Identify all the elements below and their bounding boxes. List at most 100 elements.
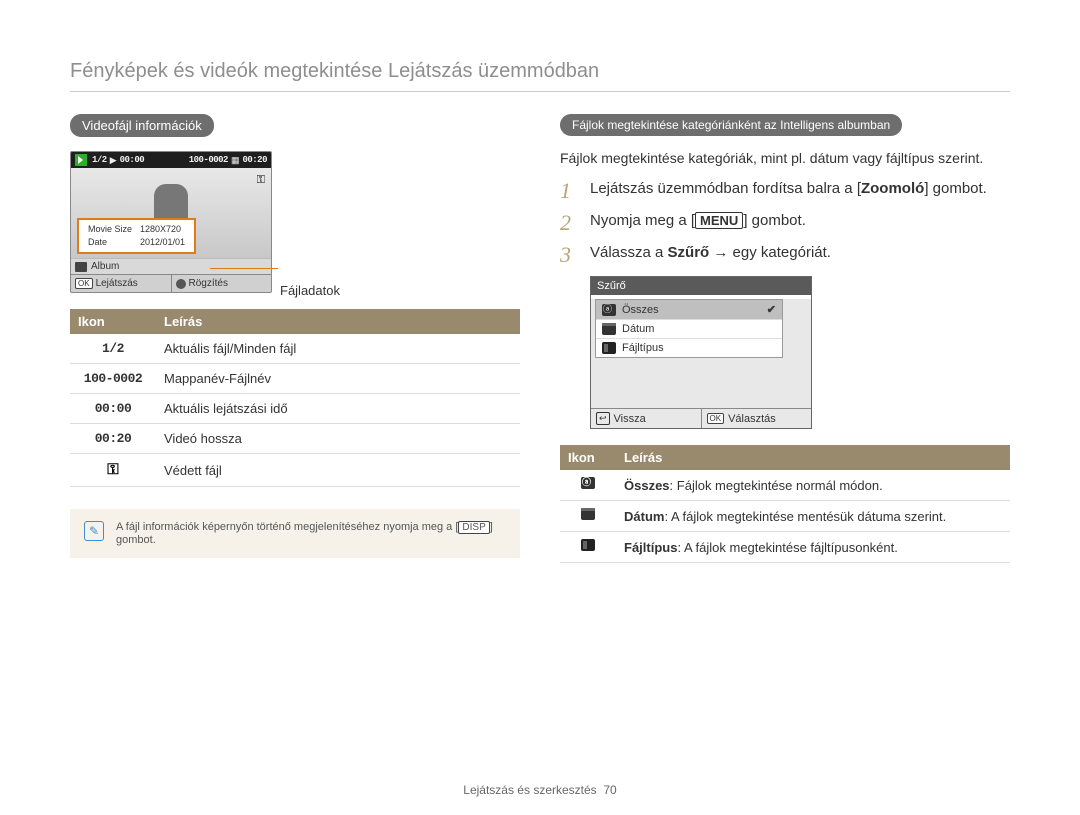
footer-section: Lejátszás és szerkesztés: [463, 783, 596, 797]
menu-button-label: MENU: [695, 212, 743, 229]
right-column: Fájlok megtekintése kategóriánként az In…: [560, 114, 1010, 563]
table-row: 1/2 Aktuális fájl/Minden fájl: [70, 334, 520, 364]
step-1: Lejátszás üzemmódban fordítsa balra a [Z…: [560, 180, 1010, 202]
row-text: : A fájlok megtekintése mentésük dátuma …: [664, 509, 946, 524]
row-icon: ⚿: [70, 454, 156, 487]
row-desc: Fájltípus: A fájlok megtekintése fájltíp…: [616, 532, 1010, 563]
disp-button-label: DISP: [458, 521, 489, 534]
row-desc: Aktuális lejátszási idő: [156, 394, 520, 424]
file-info-box: Movie Size 1280X720 Date 2012/01/01: [77, 218, 196, 254]
table-row: 00:20 Videó hossza: [70, 424, 520, 454]
step-text: ] gombot.: [743, 212, 806, 229]
info-note-icon: ✎: [84, 521, 104, 541]
album-icon: [75, 262, 87, 272]
steps-list: Lejátszás üzemmódban fordítsa balra a [Z…: [560, 180, 1010, 266]
page-title: Fényképek és videók megtekintése Lejátsz…: [70, 60, 1010, 92]
row-desc: Aktuális fájl/Minden fájl: [156, 334, 520, 364]
row-icon: [560, 470, 616, 501]
file-number: 100-0002: [189, 155, 228, 165]
row-text: : Fájlok megtekintése normál módon.: [670, 478, 883, 493]
film-icon: ▦: [231, 155, 240, 166]
filter-panel-title: Szűrő: [591, 277, 811, 295]
row-icon: 00:00: [70, 394, 156, 424]
icon-description-table-left: Ikon Leírás 1/2 Aktuális fájl/Minden fáj…: [70, 309, 520, 487]
album-label: Album: [91, 261, 119, 272]
step-text: ] gombot.: [924, 180, 987, 197]
row-icon: 100-0002: [70, 364, 156, 394]
calendar-icon: [581, 508, 595, 520]
elapsed: 00:00: [120, 155, 145, 165]
table-row: 100-0002 Mappanév-Fájlnév: [70, 364, 520, 394]
filter-item-all[interactable]: Összes ✔: [596, 300, 782, 320]
left-column: Videofájl információk 1/2 ▶ 00:00 100-00…: [70, 114, 520, 563]
filter-panel-footer: ↩ Vissza OK Választás: [591, 408, 811, 428]
player-body: ⚿ Movie Size 1280X720 Date 2012/01/0: [71, 168, 271, 258]
lock-icon: ⚿: [257, 174, 265, 187]
step-text: Nyomja meg a [: [590, 212, 695, 229]
filter-panel-mockup: Szűrő Összes ✔ Dátum: [590, 276, 812, 429]
ok-key-icon: OK: [75, 278, 93, 289]
row-desc: Videó hossza: [156, 424, 520, 454]
info-note-text: A fájl információk képernyőn történő meg…: [116, 521, 506, 546]
row-desc: Dátum: A fájlok megtekintése mentésük dá…: [616, 501, 1010, 532]
callout-label: Fájladatok: [280, 283, 340, 298]
filetype-icon: [602, 342, 616, 354]
counter: 1/2: [92, 155, 107, 165]
all-icon: [602, 304, 616, 316]
row-icon: [560, 532, 616, 563]
row-icon: 00:20: [70, 424, 156, 454]
info-key-date: Date: [85, 237, 135, 248]
capture-label: Rögzítés: [189, 278, 228, 289]
row-desc: Mappanév-Fájlnév: [156, 364, 520, 394]
step-bold: Szűrő: [668, 244, 710, 261]
player-control-bar: OK Lejátszás Rögzítés: [71, 274, 271, 292]
row-bold: Összes: [624, 478, 670, 493]
info-val-date: 2012/01/01: [137, 237, 188, 248]
select-label: Választás: [728, 413, 776, 425]
video-player-mockup: 1/2 ▶ 00:00 100-0002 ▦ 00:20 ⚿: [70, 151, 272, 293]
intro-text: Fájlok megtekintése kategóriák, mint pl.…: [560, 150, 1010, 166]
step-2: Nyomja meg a [MENU] gombot.: [560, 212, 1010, 234]
th-desc: Leírás: [156, 309, 520, 334]
filter-item-label: Dátum: [622, 323, 654, 335]
filter-item-label: Összes: [622, 304, 659, 316]
player-album-row: Album: [71, 258, 271, 274]
row-desc: Védett fájl: [156, 454, 520, 487]
callout-line: [210, 268, 278, 269]
table-row: Fájltípus: A fájlok megtekintése fájltíp…: [560, 532, 1010, 563]
info-key-size: Movie Size: [85, 224, 135, 235]
row-text: : A fájlok megtekintése fájltípusonként.: [677, 540, 897, 555]
table-row: ⚿ Védett fájl: [70, 454, 520, 487]
info-note: ✎ A fájl információk képernyőn történő m…: [70, 509, 520, 558]
info-val-size: 1280X720: [137, 224, 188, 235]
section-chip-video-info: Videofájl információk: [70, 114, 214, 137]
back-label: Vissza: [614, 413, 646, 425]
clock-icon: ▶: [110, 155, 117, 166]
player-top-bar: 1/2 ▶ 00:00 100-0002 ▦ 00:20: [71, 152, 271, 168]
filter-item-filetype[interactable]: Fájltípus: [596, 339, 782, 357]
footer-page: 70: [603, 783, 616, 797]
row-icon: [560, 501, 616, 532]
check-icon: ✔: [767, 303, 776, 316]
icon-description-table-right: Ikon Leírás Összes: Fájlok megtekintése …: [560, 445, 1010, 563]
step-text: → egy kategóriát.: [709, 244, 831, 261]
table-row: Dátum: A fájlok megtekintése mentésük dá…: [560, 501, 1010, 532]
play-label: Lejátszás: [96, 278, 138, 289]
filter-item-label: Fájltípus: [622, 342, 664, 354]
flower-icon: [176, 279, 186, 289]
step-3: Válassza a Szűrő → egy kategóriát.: [560, 244, 1010, 266]
filter-list: Összes ✔ Dátum Fájltípus: [595, 299, 783, 358]
note-pre: A fájl információk képernyőn történő meg…: [116, 521, 458, 533]
calendar-icon: [602, 323, 616, 335]
row-bold: Fájltípus: [624, 540, 677, 555]
filter-item-date[interactable]: Dátum: [596, 320, 782, 339]
page-footer: Lejátszás és szerkesztés 70: [0, 783, 1080, 797]
back-icon: ↩: [596, 412, 610, 425]
step-bold: Zoomoló: [861, 180, 924, 197]
row-icon: 1/2: [70, 334, 156, 364]
play-icon: [75, 154, 87, 166]
th-icon: Ikon: [560, 445, 616, 470]
step-text: Válassza a: [590, 244, 668, 261]
step-text: Lejátszás üzemmódban fordítsa balra a [: [590, 180, 861, 197]
th-desc: Leírás: [616, 445, 1010, 470]
